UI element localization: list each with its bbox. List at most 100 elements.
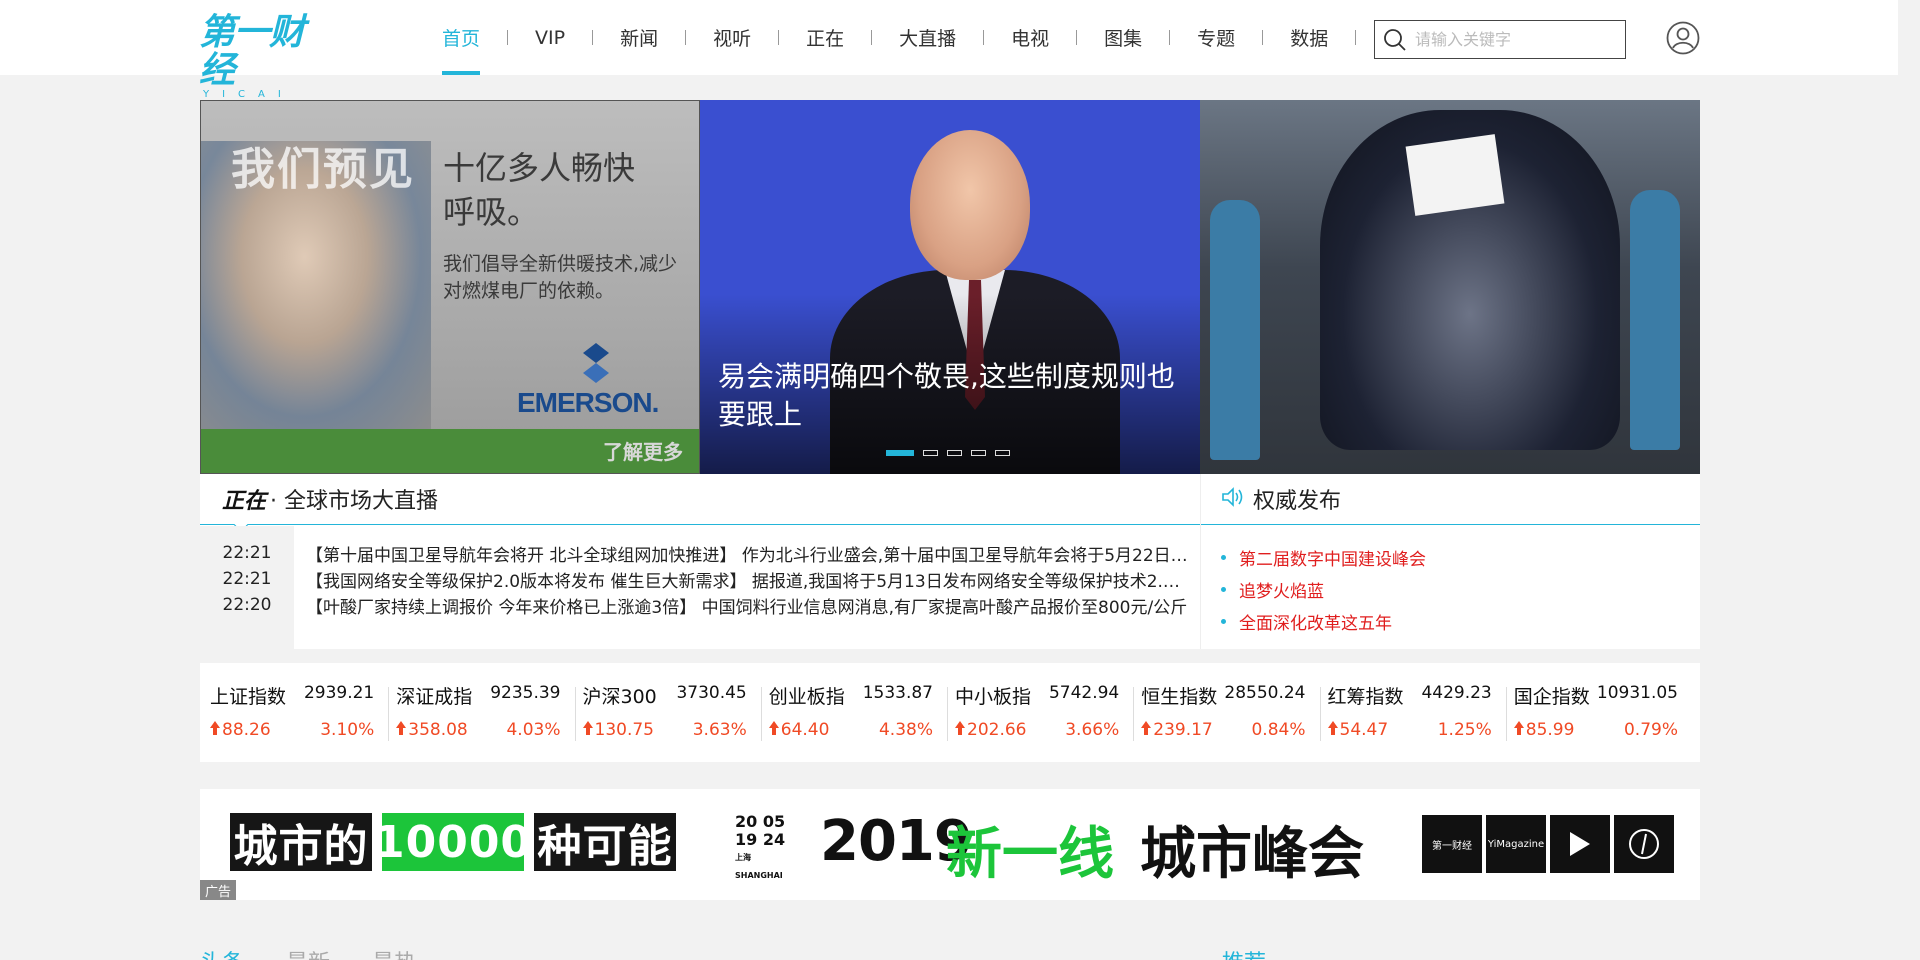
index-value: 28550.24 <box>1224 683 1306 703</box>
live-brand: 正在 <box>222 489 267 514</box>
site-header: 第一财经 YICAI 首页VIP新闻视听正在大直播电视图集专题数据活动 <box>0 0 1898 100</box>
emerson-logo-icon <box>579 343 613 383</box>
carousel-slide-ad[interactable]: 我们预见 十亿多人畅快呼吸。 我们倡导全新供暖技术,减少对燃煤电厂的依赖。 EM… <box>200 100 700 474</box>
ad-body: 我们倡导全新供暖技术,减少对燃煤电厂的依赖。 <box>443 253 678 302</box>
recommend-title[interactable]: 推荐 <box>1222 945 1266 960</box>
index-change: 88.26 <box>210 720 271 740</box>
index-name: 深证成指 <box>396 686 473 708</box>
nav-separator <box>1262 30 1264 45</box>
market-indices: 上证指数 2939.21 88.26 3.10% 深证成指 9235.39 358.08 4.… <box>200 663 1700 762</box>
nav-item[interactable]: 视听 <box>706 0 758 75</box>
index-card[interactable]: 中小板指 5742.94 202.66 3.66% <box>946 663 1141 762</box>
banner-logo: YiMagazine <box>1486 815 1546 873</box>
feed-tab[interactable]: 头条 <box>200 945 244 960</box>
index-change: 130.75 <box>582 720 654 740</box>
index-card[interactable]: 创业板指 1533.87 64.40 4.38% <box>760 663 955 762</box>
bullet-icon <box>1221 554 1226 560</box>
index-value: 10931.05 <box>1596 683 1678 703</box>
main-nav: 首页VIP新闻视听正在大直播电视图集专题数据活动 <box>435 0 1428 75</box>
index-percent: 3.10% <box>320 720 375 740</box>
logo-subtext: YICAI <box>203 89 294 100</box>
index-change: 239.17 <box>1141 720 1213 740</box>
feed-tab[interactable]: 最新 <box>286 945 330 960</box>
ad-more-link[interactable]: 了解更多 <box>603 436 683 465</box>
user-icon[interactable] <box>1666 21 1700 55</box>
authority-item[interactable]: 全面深化改革这五年 <box>1221 605 1700 637</box>
nav-item[interactable]: VIP <box>528 0 572 75</box>
authority-label: 全面深化改革这五年 <box>1239 613 1392 634</box>
nav-separator <box>871 30 873 45</box>
live-time: 22:20 <box>222 595 272 615</box>
authority-label: 追梦火焰蓝 <box>1239 581 1324 602</box>
index-percent: 3.63% <box>692 720 747 740</box>
carousel-dot[interactable] <box>923 450 938 456</box>
index-change: 358.08 <box>396 720 468 740</box>
index-card[interactable]: 红筹指数 4429.23 54.47 1.25% <box>1319 663 1514 762</box>
live-item[interactable]: 22:20 【叶酸厂家持续上调报价 今年来价格已上涨逾3倍】 中国饲料行业信息网消… <box>200 589 1200 621</box>
bullet-icon <box>1221 618 1226 624</box>
slide-caption[interactable]: 易会满明确四个敬畏,这些制度规则也要跟上 <box>718 358 1188 434</box>
live-text[interactable]: 【我国网络安全等级保护2.0版本将发布 催生巨大新需求】 据报道,我国将于5月1… <box>306 567 1188 592</box>
live-header: 正在 · 全球市场大直播 <box>200 474 1200 533</box>
ad-brand: EMERSON. <box>517 387 659 418</box>
index-value: 4429.23 <box>1421 683 1492 703</box>
carousel-slide-main[interactable]: 易会满明确四个敬畏,这些制度规则也要跟上 <box>700 100 1200 474</box>
index-card[interactable]: 上证指数 2939.21 88.26 3.10% <box>210 663 396 762</box>
index-card[interactable]: 恒生指数 28550.24 239.17 0.84% <box>1133 663 1327 762</box>
carousel-dot[interactable] <box>971 450 986 456</box>
index-change: 64.40 <box>768 720 829 740</box>
search-icon[interactable] <box>1375 21 1415 58</box>
ad-headline: 十亿多人畅快呼吸。 <box>443 149 636 231</box>
live-panel: 正在 · 全球市场大直播 22:21 【第十届中国卫星导航年会将开 北斗全球组网加… <box>200 474 1200 649</box>
index-name: 国企指数 <box>1513 686 1590 708</box>
nav-separator <box>1076 30 1078 45</box>
live-text[interactable]: 【第十届中国卫星导航年会将开 北斗全球组网加快推进】 作为北斗行业盛会,第十届中… <box>306 541 1188 566</box>
authority-item[interactable]: 第二届数字中国建设峰会 <box>1221 541 1700 573</box>
nav-item[interactable]: 图集 <box>1097 0 1149 75</box>
live-text[interactable]: 【叶酸厂家持续上调报价 今年来价格已上涨逾3倍】 中国饲料行业信息网消息,有厂家… <box>306 593 1188 618</box>
carousel-dot[interactable] <box>947 450 962 456</box>
index-change: 54.47 <box>1327 720 1388 740</box>
index-name: 上证指数 <box>210 686 287 708</box>
carousel-dot[interactable] <box>995 450 1010 456</box>
live-list: 22:21 【第十届中国卫星导航年会将开 北斗全球组网加快推进】 作为北斗行业盛会… <box>200 526 1200 649</box>
ad-strip: 了解更多 <box>201 429 699 473</box>
ad-big-text: 我们预见 <box>231 144 415 195</box>
index-name: 创业板指 <box>768 686 845 708</box>
up-arrow-icon <box>1327 721 1338 735</box>
up-arrow-icon <box>768 721 779 735</box>
nav-item[interactable]: 大直播 <box>892 0 963 75</box>
nav-item[interactable]: 数据 <box>1283 0 1335 75</box>
banner-text-3: 种可能 <box>534 813 676 872</box>
banner-summit: 城市峰会 <box>1140 822 1364 887</box>
banner-text-1: 城市的 <box>230 813 372 872</box>
authority-item[interactable]: 追梦火焰蓝 <box>1221 573 1700 605</box>
ad-banner[interactable]: 城市的 10000 种可能 20 05 19 24 上海 SHANGHAI 20… <box>200 789 1700 900</box>
nav-item[interactable]: 新闻 <box>613 0 665 75</box>
carousel-dot[interactable] <box>886 450 914 456</box>
index-change: 85.99 <box>1513 720 1574 740</box>
nav-item[interactable]: 电视 <box>1004 0 1056 75</box>
index-percent: 4.03% <box>506 720 561 740</box>
up-arrow-icon <box>1513 721 1524 735</box>
nav-item[interactable]: 专题 <box>1190 0 1242 75</box>
carousel-slide-factory[interactable] <box>1200 100 1700 474</box>
feed-tab[interactable]: 最热 <box>372 945 416 960</box>
index-name: 红筹指数 <box>1327 686 1404 708</box>
index-card[interactable]: 国企指数 10931.05 85.99 0.79% <box>1505 663 1700 762</box>
live-title[interactable]: · 全球市场大直播 <box>270 483 438 515</box>
site-logo[interactable]: 第一财经 YICAI <box>199 14 329 100</box>
index-percent: 0.84% <box>1251 720 1306 740</box>
nav-item[interactable]: 首页 <box>435 0 487 75</box>
ad-tag: 广告 <box>200 880 236 900</box>
feed-tabs: 头条 最新 最热 <box>200 945 416 960</box>
nav-separator <box>1355 30 1357 45</box>
search-input[interactable] <box>1415 30 1615 49</box>
nav-item[interactable]: 正在 <box>799 0 851 75</box>
nav-separator <box>778 30 780 45</box>
index-name: 恒生指数 <box>1141 686 1218 708</box>
index-percent: 1.25% <box>1437 720 1492 740</box>
index-card[interactable]: 深证成指 9235.39 358.08 4.03% <box>388 663 582 762</box>
authority-panel: 权威发布 第二届数字中国建设峰会 追梦火焰蓝 全面深化改革这五年 <box>1200 474 1700 649</box>
index-card[interactable]: 沪深300 3730.45 130.75 3.63% <box>574 663 769 762</box>
